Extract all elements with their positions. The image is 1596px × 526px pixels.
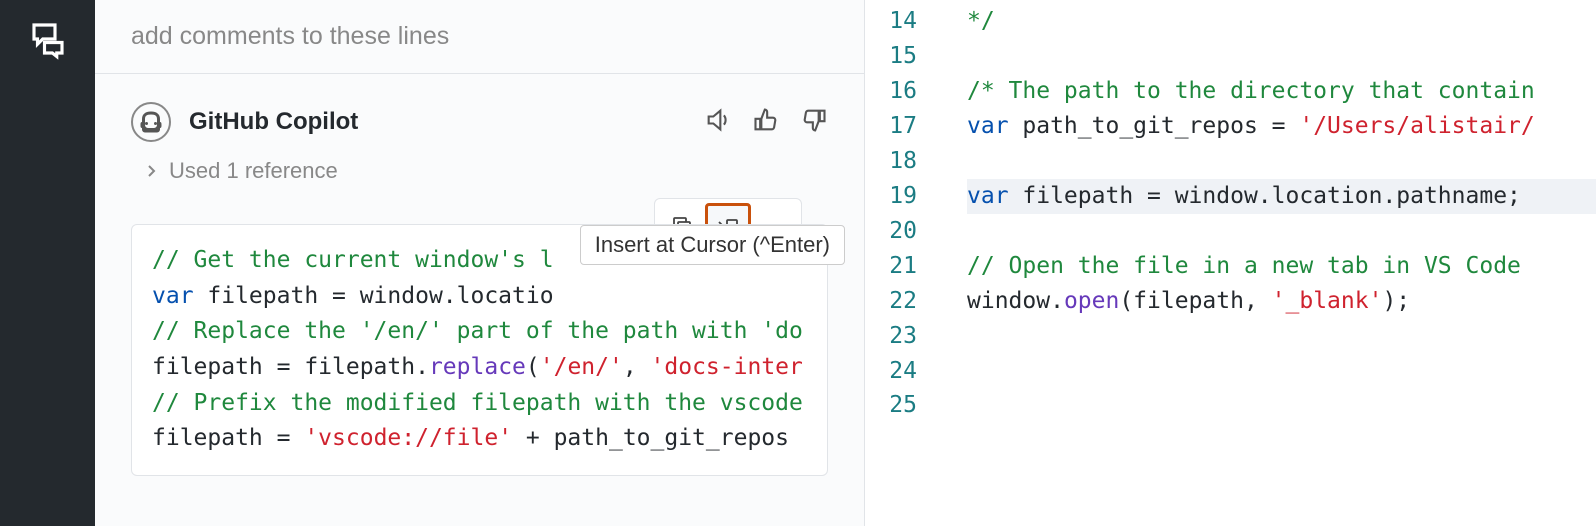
references-label: Used 1 reference [169, 158, 338, 184]
tooltip: Insert at Cursor (^Enter) [580, 225, 845, 265]
chat-icon[interactable] [27, 18, 69, 60]
chat-response: GitHub Copilot Used 1 reference [95, 74, 864, 476]
speaker-icon[interactable] [704, 106, 732, 139]
references-toggle[interactable]: Used 1 reference [131, 158, 828, 184]
chat-prompt[interactable]: add comments to these lines [95, 0, 864, 74]
editor[interactable]: 141516 171819 202122 232425 */ /* The pa… [865, 0, 1596, 526]
code-toolbar: Insert at Cursor (^Enter) [654, 198, 802, 254]
copilot-avatar-icon [131, 102, 171, 142]
editor-content[interactable]: */ /* The path to the directory that con… [941, 0, 1596, 526]
chat-panel: add comments to these lines GitHub Copil… [95, 0, 865, 526]
line-gutter: 141516 171819 202122 232425 [865, 0, 941, 526]
activity-bar [0, 0, 95, 526]
chevron-right-icon [143, 163, 159, 179]
responder-name: GitHub Copilot [189, 108, 358, 136]
thumbs-down-icon[interactable] [800, 106, 828, 139]
thumbs-up-icon[interactable] [752, 106, 780, 139]
